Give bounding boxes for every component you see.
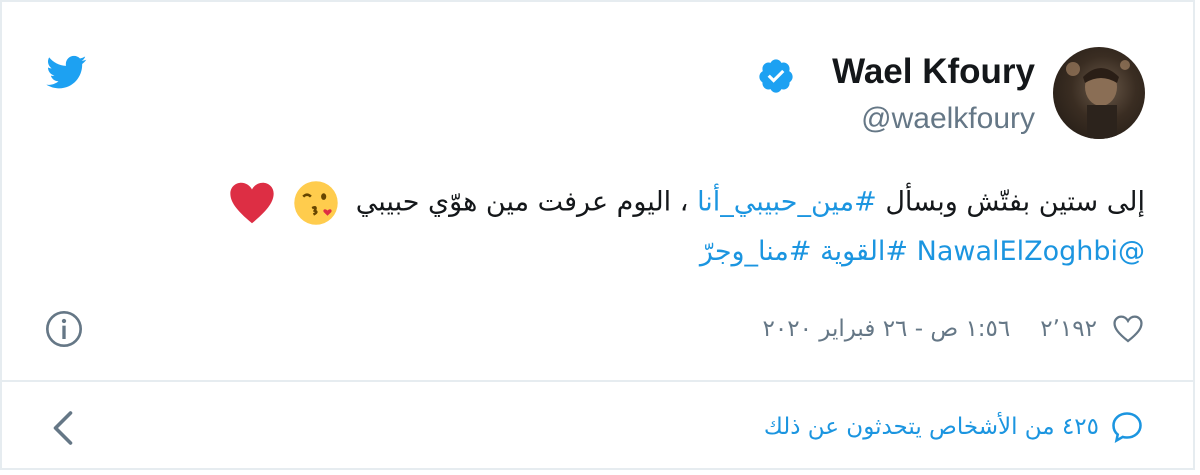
kissing-wink-emoji-icon (294, 181, 338, 225)
conversation-link[interactable]: ٤٢٥ من الأشخاص يتحدثون عن ذلك (764, 405, 1145, 449)
red-heart-emoji-icon (229, 182, 274, 224)
tweet-text-line-1: إلى ستين بفتّش وبسأل #مين_حبيبي_أنا ، ال… (227, 180, 1145, 226)
tweet-text: إلى ستين بفتّش وبسأل (876, 186, 1145, 218)
mention-link[interactable]: @NawalElZoghbi (917, 236, 1145, 267)
speech-bubble-icon (1112, 412, 1142, 443)
like-count[interactable]: ٢٬١٩٢ (1040, 316, 1097, 342)
tweet-embed-card: Wael Kfoury @waelkfoury إلى ستين بفتّش و… (0, 0, 1195, 470)
conversation-label[interactable]: ٤٢٥ من الأشخاص يتحدثون عن ذلك (764, 414, 1099, 440)
hashtag-link[interactable]: #القوية (820, 236, 908, 267)
divider (2, 380, 1193, 382)
avatar[interactable] (1053, 47, 1145, 139)
hashtag-link[interactable]: #منا_وجرّ (700, 236, 812, 267)
avatar-photo (1066, 60, 1130, 139)
author-handle[interactable]: @waelkfoury (861, 102, 1035, 136)
info-icon[interactable] (44, 309, 84, 349)
author-display-name[interactable]: Wael Kfoury (832, 52, 1035, 92)
tweet-text: ، اليوم عرفت مين هوّي حبيبي (355, 186, 698, 218)
twitter-bird-icon[interactable] (44, 52, 90, 92)
tweet-meta-row: ٢٬١٩٢ ١:٥٦ ص - ٢٦ فبراير ٢٠٢٠ (763, 307, 1145, 351)
chevron-left-icon[interactable] (48, 410, 78, 446)
tweet-text-line-2: @NawalElZoghbi #القوية #منا_وجرّ (700, 236, 1145, 267)
hashtag-link[interactable]: #مين_حبيبي_أنا (697, 187, 877, 218)
heart-outline-icon[interactable] (1111, 312, 1145, 346)
tweet-timestamp[interactable]: ١:٥٦ ص - ٢٦ فبراير ٢٠٢٠ (763, 316, 1011, 342)
verified-badge-icon (759, 59, 793, 93)
